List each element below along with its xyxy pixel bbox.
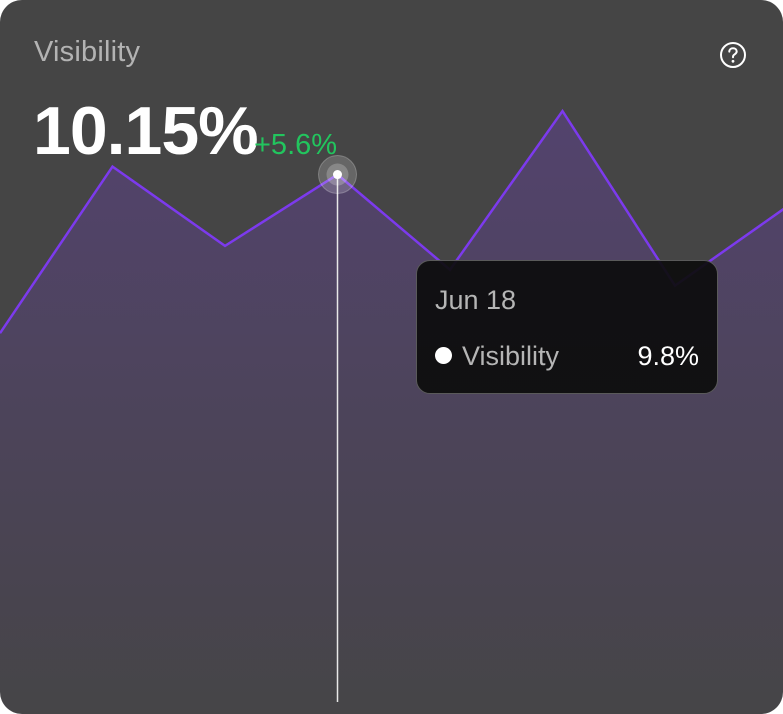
data-point-5[interactable] xyxy=(557,105,569,117)
chart-tooltip: Jun 18 Visibility 9.8% xyxy=(416,260,718,394)
visibility-card: Visibility 10.15% +5.6% Jun 18 Visibilit… xyxy=(0,0,783,714)
tooltip-series-dot xyxy=(435,347,452,364)
metric-delta: +5.6% xyxy=(254,129,338,161)
question-circle-icon[interactable] xyxy=(718,40,748,70)
data-point-2[interactable] xyxy=(219,240,231,252)
metric-value: 10.15% xyxy=(33,93,259,169)
card-title: Visibility xyxy=(34,36,141,68)
highlight-point[interactable] xyxy=(333,170,342,180)
tooltip-value: 9.8% xyxy=(637,341,699,371)
series-area xyxy=(0,111,783,714)
tooltip-date: Jun 18 xyxy=(435,285,517,315)
tooltip-series-name: Visibility xyxy=(462,341,560,371)
